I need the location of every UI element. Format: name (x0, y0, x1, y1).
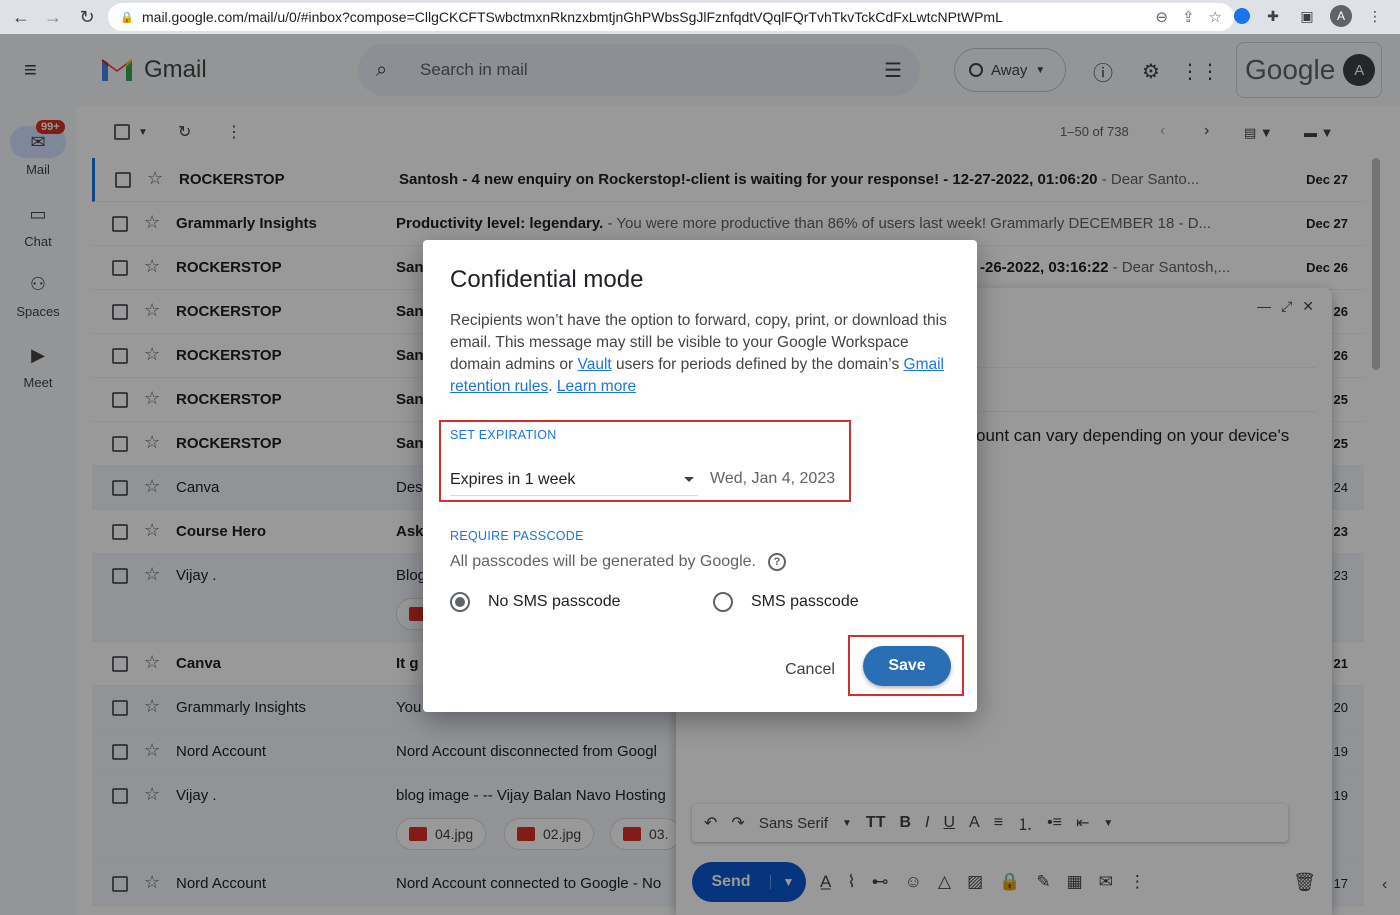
vault-link[interactable]: Vault (578, 356, 612, 373)
sidepanel-icon[interactable]: ▣ (1296, 5, 1318, 27)
help-question-icon[interactable]: ? (767, 553, 786, 571)
extension-icon[interactable] (1234, 8, 1250, 24)
lock-icon: 🔒 (120, 12, 134, 24)
browser-toolbar: ← → ↻ 🔒 mail.google.com/mail/u/0/#inbox?… (0, 0, 1400, 34)
puzzle-icon[interactable]: ✚ (1262, 5, 1284, 27)
radio-no-sms[interactable]: No SMS passcode (450, 592, 621, 612)
learn-more-link[interactable]: Learn more (557, 378, 636, 395)
dropdown-arrow-icon (684, 477, 694, 482)
cancel-button[interactable]: Cancel (773, 652, 847, 688)
require-passcode-heading: REQUIRE PASSCODE (450, 529, 584, 543)
profile-avatar[interactable]: A (1330, 5, 1352, 27)
back-icon[interactable]: ← (6, 2, 36, 32)
dialog-description: Recipients won’t have the option to forw… (450, 312, 947, 395)
expiration-date: Wed, Jan 4, 2023 (710, 470, 836, 487)
passcode-note: All passcodes will be generated by Googl… (450, 553, 786, 571)
save-button[interactable]: Save (863, 646, 951, 686)
forward-icon[interactable]: → (38, 2, 68, 32)
menu-dots-icon[interactable]: ⋮ (1364, 5, 1386, 27)
radio-button-checked[interactable] (450, 592, 470, 612)
dialog-title: Confidential mode (450, 266, 644, 293)
address-bar[interactable]: 🔒 mail.google.com/mail/u/0/#inbox?compos… (108, 3, 1234, 31)
bookmark-star-icon[interactable]: ☆ (1209, 8, 1222, 26)
expiration-value: Expires in 1 week (450, 470, 576, 488)
share-icon[interactable]: ⇪ (1182, 8, 1195, 26)
reload-icon[interactable]: ↻ (72, 2, 102, 32)
url-text: mail.google.com/mail/u/0/#inbox?compose=… (142, 9, 1003, 25)
radio-label: No SMS passcode (488, 593, 621, 610)
radio-sms[interactable]: SMS passcode (713, 592, 859, 612)
set-expiration-heading: SET EXPIRATION (450, 428, 557, 442)
expiration-select[interactable]: Expires in 1 week (450, 464, 698, 496)
radio-button[interactable] (713, 592, 733, 612)
radio-label: SMS passcode (751, 593, 859, 610)
zoom-icon[interactable]: ⊖ (1155, 8, 1168, 26)
confidential-mode-dialog: Confidential mode Recipients won’t have … (423, 240, 977, 712)
